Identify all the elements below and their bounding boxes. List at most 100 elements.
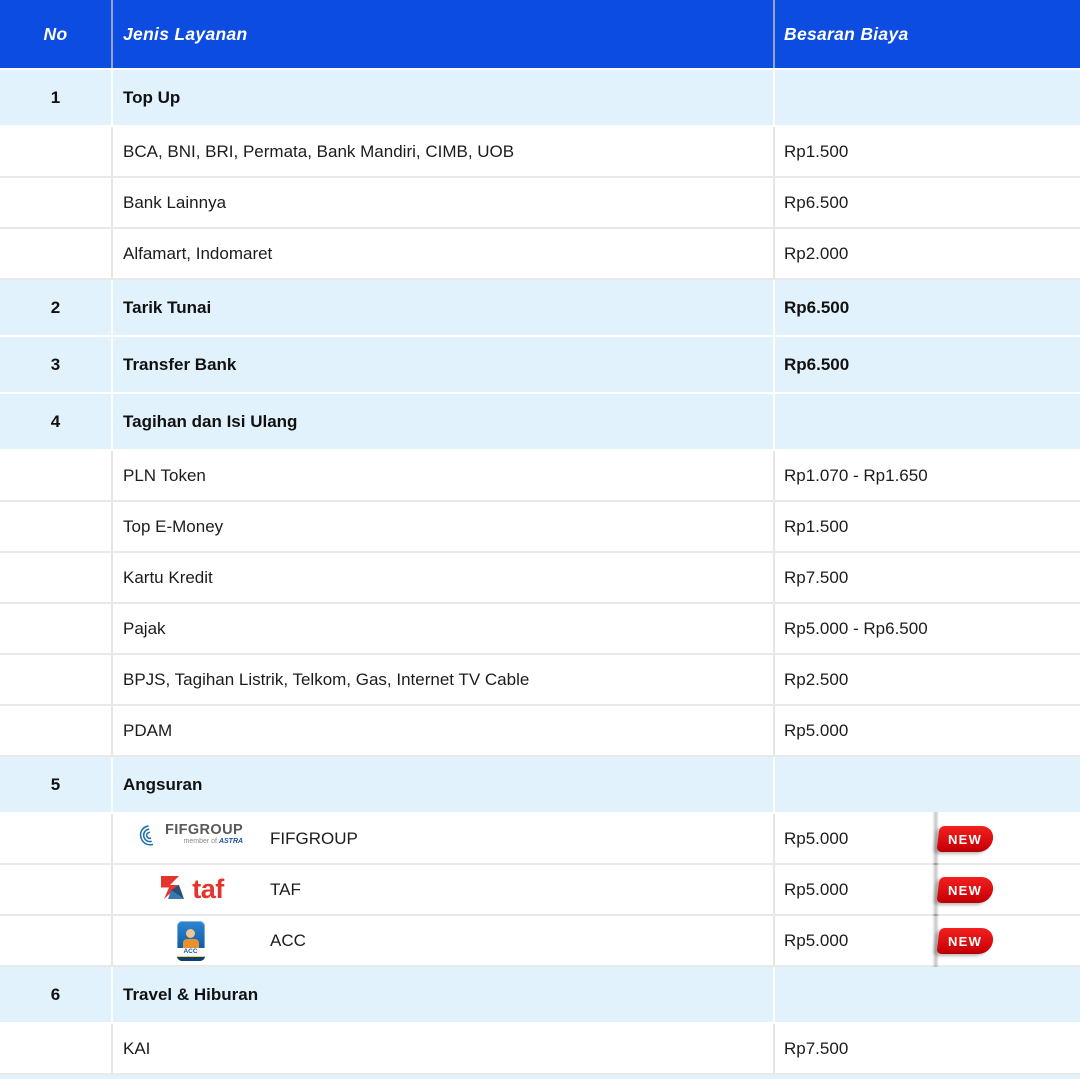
- logo-box: ACC: [123, 921, 258, 961]
- service-cell: Angsuran: [113, 757, 775, 812]
- fee-cell: Rp5.000 - Rp6.500: [775, 604, 1080, 653]
- new-badge-label: NEW: [948, 882, 982, 897]
- service-cell: KAI: [113, 1024, 775, 1073]
- fee-table: No Jenis Layanan Besaran Biaya 1: [0, 0, 1080, 1079]
- service-cell: Travel & Hiburan: [113, 967, 775, 1022]
- row-number-cell: [0, 916, 113, 965]
- service-label: Top E-Money: [123, 517, 223, 537]
- table-row: BPJS, Tagihan Listrik, Telkom, Gas, Inte…: [0, 655, 1080, 706]
- table-row: 3: [0, 337, 1080, 394]
- row-number-cell: [0, 655, 113, 704]
- header-no: No: [0, 0, 113, 68]
- acc-logo: ACC: [177, 921, 205, 961]
- table-row: PDAM Rp5.000: [0, 706, 1080, 757]
- table-row: Pajak Rp5.000 - Rp6.500: [0, 604, 1080, 655]
- fee-cell: Rp1.500: [775, 127, 1080, 176]
- row-number-cell: 3: [0, 337, 113, 392]
- fee-cell: [775, 394, 1080, 449]
- service-label: TAF: [270, 880, 301, 900]
- table-row: 4: [0, 394, 1080, 451]
- service-cell: FIFGROUP member of ASTRA: [113, 814, 775, 863]
- fifgroup-logo: FIFGROUP member of ASTRA: [138, 823, 243, 854]
- service-label: BCA, BNI, BRI, Permata, Bank Mandiri, CI…: [123, 142, 514, 162]
- taf-logo: taf: [157, 872, 224, 907]
- taf-logo-text: taf: [192, 876, 224, 903]
- service-cell: Pajak: [113, 604, 775, 653]
- service-label: PDAM: [123, 721, 172, 741]
- service-cell: ACC ACC: [113, 916, 775, 965]
- fee-cell: Rp2.000: [775, 229, 1080, 278]
- table-row: Top E-Money Rp1.500: [0, 502, 1080, 553]
- table-row: Kartu Kredit Rp7.500: [0, 553, 1080, 604]
- service-label: PLN Token: [123, 466, 206, 486]
- service-cell: taf TAF: [113, 865, 775, 914]
- service-label: Kartu Kredit: [123, 568, 213, 588]
- row-number-cell: [0, 127, 113, 176]
- fee-cell: Rp6.500: [775, 178, 1080, 227]
- row-number-cell: 6: [0, 967, 113, 1022]
- table-row: ACC ACC Rp5.000 NEW: [0, 916, 1080, 967]
- fee-cell: [775, 70, 1080, 125]
- fee-cell: Rp2.500: [775, 655, 1080, 704]
- row-number-cell: [0, 1024, 113, 1073]
- fifgroup-swirl-icon: [138, 823, 162, 854]
- acc-logo-text: ACC: [177, 948, 205, 956]
- fee-cell: Rp5.000: [775, 814, 1080, 863]
- fifgroup-logo-text: FIFGROUP: [165, 823, 243, 838]
- taf-mark-icon: [157, 872, 187, 907]
- table-row: Alfamart, Indomaret Rp2.000: [0, 229, 1080, 280]
- service-label: Alfamart, Indomaret: [123, 244, 272, 264]
- service-cell: Kartu Kredit: [113, 553, 775, 602]
- service-label: Top Up: [123, 88, 180, 108]
- header-fee: Besaran Biaya: [775, 0, 1080, 68]
- logo-box: taf: [123, 872, 258, 907]
- table-row: taf TAF Rp5.000 NEW: [0, 865, 1080, 916]
- service-cell: Top Up: [113, 70, 775, 125]
- table-row: Bank Lainnya Rp6.500: [0, 178, 1080, 229]
- service-label: Tagihan dan Isi Ulang: [123, 412, 297, 432]
- logo-box: FIFGROUP member of ASTRA: [123, 823, 258, 854]
- table-row: 1: [0, 70, 1080, 127]
- service-label: KAI: [123, 1039, 150, 1059]
- service-cell: Bank Lainnya: [113, 178, 775, 227]
- fee-cell: Rp5.000: [775, 706, 1080, 755]
- service-label: Travel & Hiburan: [123, 985, 258, 1005]
- row-number-cell: 1: [0, 70, 113, 125]
- table-row: 5: [0, 757, 1080, 814]
- service-label: FIFGROUP: [270, 829, 358, 849]
- service-label: Pajak: [123, 619, 166, 639]
- service-cell: Transfer Bank: [113, 337, 775, 392]
- service-cell: BCA, BNI, BRI, Permata, Bank Mandiri, CI…: [113, 127, 775, 176]
- service-cell: BPJS, Tagihan Listrik, Telkom, Gas, Inte…: [113, 655, 775, 704]
- service-cell: PLN Token: [113, 451, 775, 500]
- service-label: Transfer Bank: [123, 355, 236, 375]
- fifgroup-logo-subtext: member of ASTRA: [184, 838, 244, 846]
- service-label: Angsuran: [123, 775, 202, 795]
- table-row: PLN Token Rp1.070 - Rp1.650: [0, 451, 1080, 502]
- fee-cell: Rp1.500: [775, 502, 1080, 551]
- table-header-row: No Jenis Layanan Besaran Biaya: [0, 0, 1080, 70]
- table-row: [0, 1075, 1080, 1079]
- service-cell: Top E-Money: [113, 502, 775, 551]
- table-body: 1: [0, 70, 1080, 1079]
- new-badge-label: NEW: [948, 933, 982, 948]
- table-row: BCA, BNI, BRI, Permata, Bank Mandiri, CI…: [0, 127, 1080, 178]
- table-row: FIFGROUP member of ASTRA: [0, 814, 1080, 865]
- row-number-cell: 2: [0, 280, 113, 335]
- new-badge-label: NEW: [948, 831, 982, 846]
- header-service: Jenis Layanan: [113, 0, 775, 68]
- fee-cell: [775, 967, 1080, 1022]
- fee-cell: Rp1.070 - Rp1.650: [775, 451, 1080, 500]
- row-number-cell: 5: [0, 757, 113, 812]
- fee-cell: Rp5.000: [775, 865, 1080, 914]
- new-badge: NEW: [936, 877, 994, 903]
- row-number-cell: [0, 229, 113, 278]
- row-number-cell: [0, 178, 113, 227]
- service-label: Tarik Tunai: [123, 298, 211, 318]
- fee-cell: Rp6.500: [775, 337, 1080, 392]
- fee-cell: Rp5.000: [775, 916, 1080, 965]
- new-badge: NEW: [936, 928, 994, 954]
- service-cell: Tarik Tunai: [113, 280, 775, 335]
- table-row: 6: [0, 967, 1080, 1024]
- service-cell: Alfamart, Indomaret: [113, 229, 775, 278]
